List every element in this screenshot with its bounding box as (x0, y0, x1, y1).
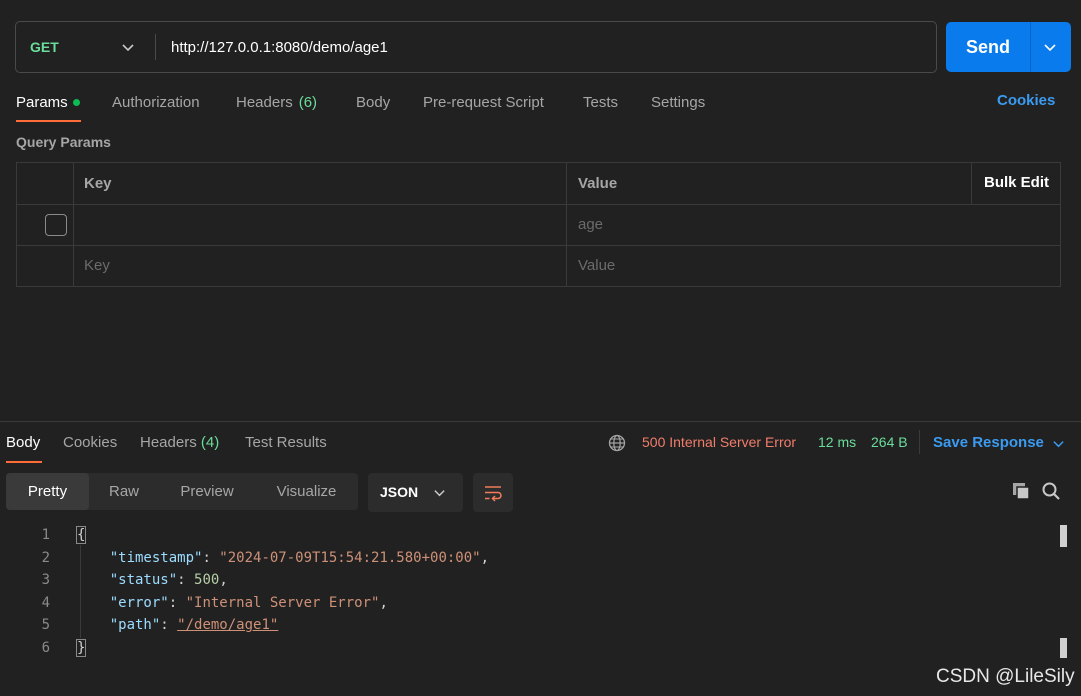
line-number: 2 (41, 550, 50, 566)
scrollbar-thumb[interactable] (1060, 525, 1067, 547)
save-response-button[interactable]: Save Response (933, 434, 1044, 451)
open-brace: { (76, 526, 87, 544)
response-status[interactable]: 500 Internal Server Error (642, 434, 796, 450)
chevron-down-icon[interactable] (1052, 437, 1065, 450)
view-mode-pretty[interactable]: Pretty (6, 473, 89, 510)
status-separator (919, 430, 920, 454)
tab-headers[interactable]: Headers (6) (236, 92, 317, 112)
bulk-edit-button[interactable]: Bulk Edit (984, 174, 1049, 191)
line-number: 1 (41, 527, 50, 543)
code-line-2: "timestamp": "2024-07-09T15:54:21.580+00… (109, 550, 490, 566)
tab-settings[interactable]: Settings (651, 92, 705, 112)
scrollbar-thumb[interactable] (1060, 638, 1067, 658)
response-tab-headers[interactable]: Headers (4) (140, 434, 219, 451)
search-icon[interactable] (1041, 481, 1061, 501)
wrap-lines-icon (485, 486, 502, 502)
wrap-lines-button[interactable] (473, 473, 513, 512)
view-mode-preview[interactable]: Preview (159, 473, 255, 510)
url-bar: GET http://127.0.0.1:8080/demo/age1 (15, 21, 937, 73)
json-string-value: "2024-07-09T15:54:21.580+00:00" (219, 550, 481, 566)
method-select[interactable]: GET (16, 22, 156, 72)
response-tab-headers-label: Headers (140, 434, 197, 451)
copy-icon[interactable] (1011, 481, 1031, 501)
line-number: 6 (41, 640, 50, 656)
code-line-6: } (76, 639, 87, 657)
line-number: 3 (41, 572, 50, 588)
code-line-3: "status": 500, (109, 572, 228, 588)
row-divider (17, 204, 1060, 205)
line-number: 5 (41, 617, 50, 633)
send-label: Send (965, 36, 1010, 57)
method-label: GET (30, 39, 59, 55)
new-param-value-input[interactable]: Value (578, 257, 615, 274)
code-line-4: "error": "Internal Server Error", (109, 595, 388, 611)
tab-tests[interactable]: Tests (583, 92, 618, 112)
url-input[interactable]: http://127.0.0.1:8080/demo/age1 (171, 22, 931, 72)
json-string-value: "Internal Server Error" (185, 595, 380, 611)
query-params-table: Key Value Bulk Edit age Key Value (16, 162, 1061, 287)
column-header-key: Key (84, 175, 112, 192)
response-divider (0, 421, 1081, 422)
response-tab-body[interactable]: Body (6, 434, 40, 451)
code-line-1: { (76, 526, 87, 544)
new-param-key-input[interactable]: Key (84, 257, 110, 274)
tab-headers-label: Headers (236, 93, 293, 111)
row-divider (17, 245, 1060, 246)
json-key: "status" (109, 572, 178, 588)
view-mode-segmented-control: Pretty Raw Preview Visualize (6, 473, 358, 510)
active-tab-indicator (16, 120, 81, 122)
json-link-value[interactable]: "/demo/age1" (177, 617, 278, 633)
column-header-value: Value (578, 175, 618, 192)
param-value-input[interactable]: age (578, 216, 603, 233)
response-tab-test-results[interactable]: Test Results (245, 434, 327, 451)
param-key-input[interactable] (84, 216, 564, 236)
url-divider (155, 34, 156, 60)
send-button[interactable]: Send (946, 22, 1071, 72)
tab-body[interactable]: Body (356, 92, 390, 112)
json-key: "timestamp" (109, 550, 203, 566)
globe-icon[interactable] (608, 434, 626, 452)
language-select-label: JSON (380, 484, 419, 500)
response-time[interactable]: 12 ms (818, 434, 856, 450)
response-size[interactable]: 264 B (871, 434, 908, 450)
view-mode-raw[interactable]: Raw (89, 473, 159, 510)
close-brace: } (76, 639, 87, 657)
response-tab-headers-count: (4) (200, 434, 220, 451)
tab-params[interactable]: Params (16, 92, 80, 112)
chevron-down-icon[interactable] (1043, 40, 1057, 54)
chevron-down-icon (434, 490, 445, 497)
json-key: "error" (109, 595, 169, 611)
chevron-down-icon (122, 44, 134, 52)
watermark: CSDN @LileSily (936, 666, 1075, 687)
tab-params-label: Params (16, 93, 68, 111)
json-key: "path" (109, 617, 161, 633)
code-line-5: "path": "/demo/age1" (109, 617, 279, 633)
param-enable-checkbox[interactable] (45, 214, 67, 236)
response-active-tab-indicator (6, 461, 42, 463)
view-mode-visualize[interactable]: Visualize (255, 473, 358, 510)
line-number: 4 (41, 595, 50, 611)
json-number-value: 500 (194, 572, 220, 588)
language-select[interactable]: JSON (368, 473, 463, 512)
send-divider (1030, 22, 1031, 72)
tab-headers-count: (6) (298, 93, 318, 111)
tab-authorization[interactable]: Authorization (112, 92, 200, 112)
cookies-link[interactable]: Cookies (997, 92, 1055, 109)
params-indicator-dot (72, 98, 80, 106)
bulk-edit-divider (971, 163, 972, 204)
tab-pre-request-script[interactable]: Pre-request Script (423, 92, 544, 112)
query-params-title: Query Params (16, 134, 111, 150)
response-tab-cookies[interactable]: Cookies (63, 434, 117, 451)
